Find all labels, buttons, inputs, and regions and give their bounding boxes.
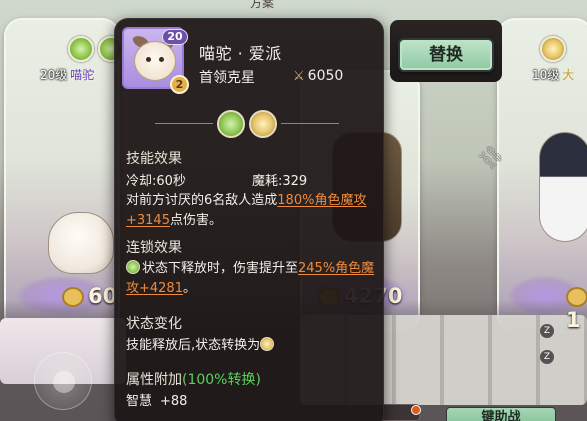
chain-description: 状态下释放时，伤害提升至245%角色魔攻+4281。 <box>126 259 378 299</box>
skill-icon-row <box>155 110 339 138</box>
skill-effect-title: 技能效果 <box>126 151 182 167</box>
state-change-title: 状态变化 <box>126 316 182 332</box>
power-coin-icon <box>62 287 84 307</box>
skill-icon[interactable] <box>68 36 94 62</box>
card-pet-name: 大 <box>562 68 575 82</box>
card-level: 10级 <box>532 68 560 82</box>
pet-figure <box>48 212 114 274</box>
card-level: 20级 <box>40 68 68 82</box>
green-state-icon <box>126 260 140 274</box>
desc-text: 点伤害。 <box>169 213 222 228</box>
card-power: 60 <box>62 284 117 308</box>
gold-skill-icon[interactable] <box>249 110 277 138</box>
skill-icon[interactable] <box>540 36 566 62</box>
page-title: 方案 <box>249 0 274 10</box>
level-badge: 20 <box>162 29 188 45</box>
attr-conversion: (100%转换) <box>182 372 261 388</box>
desc-text: 状态下释放时，伤害提升至 <box>142 261 299 276</box>
attr-title-text: 属性附加 <box>126 372 182 388</box>
power-value: ⚔ 6050 <box>293 68 343 84</box>
swap-button[interactable]: 替换 <box>398 38 494 72</box>
divider <box>155 123 213 124</box>
stat-name: 智慧 <box>126 394 153 409</box>
card-power: 1 <box>566 284 587 332</box>
stat-value: +88 <box>160 394 188 409</box>
joystick-knob[interactable] <box>53 371 75 393</box>
state-description: 技能释放后,状态转换为 <box>126 334 276 353</box>
hotkey-badge: Z <box>540 324 554 338</box>
star-badge: 2 <box>170 75 189 94</box>
desc-text: 。 <box>182 281 196 296</box>
power-number: 6050 <box>307 68 344 84</box>
power-coin-icon <box>566 287 587 307</box>
notification-dot <box>411 405 421 415</box>
card-power-value: 60 <box>88 284 118 308</box>
skill-description: 对前方讨厌的6名敌人造成180%角色魔攻+3145点伤害。 <box>126 191 378 231</box>
cooldown-text: 冷却:60秒 <box>126 174 186 189</box>
chain-effect-title: 连锁效果 <box>126 240 182 256</box>
desc-text: 技能释放后,状态转换为 <box>126 338 261 353</box>
card-power-value: 1 <box>566 308 581 332</box>
card-pet-name: 喵驼 <box>70 68 95 82</box>
desc-text: 对前方讨厌的6名敌人造成 <box>126 193 278 208</box>
hotkey-badge: Z <box>540 350 554 364</box>
pet-name: 喵驼 · 爱派 <box>199 44 282 63</box>
gold-state-icon <box>260 337 275 351</box>
portrait-face <box>134 41 176 81</box>
green-skill-icon[interactable] <box>217 110 245 138</box>
attribute-bonus-title: 属性附加(100%转换) <box>126 369 261 389</box>
virtual-joystick[interactable] <box>34 352 92 410</box>
card-level-label: 20级 喵驼 <box>40 66 94 83</box>
assist-battle-button[interactable]: 键助战 <box>446 407 556 421</box>
pet-figure <box>539 132 587 242</box>
mana-cost-text: 魔耗:329 <box>252 174 308 189</box>
crossed-swords-icon: ⚔ <box>293 69 305 84</box>
divider <box>281 123 339 124</box>
card-level-label: 10级大 <box>532 66 574 83</box>
pet-title: 首领克星 <box>199 70 255 86</box>
attribute-value: 智慧 +88 <box>126 390 187 409</box>
pet-tooltip-panel: 20 2 喵驼 · 爱派 首领克星 ⚔ 6050 技能效果 冷却:60秒 魔耗:3… <box>114 18 384 421</box>
